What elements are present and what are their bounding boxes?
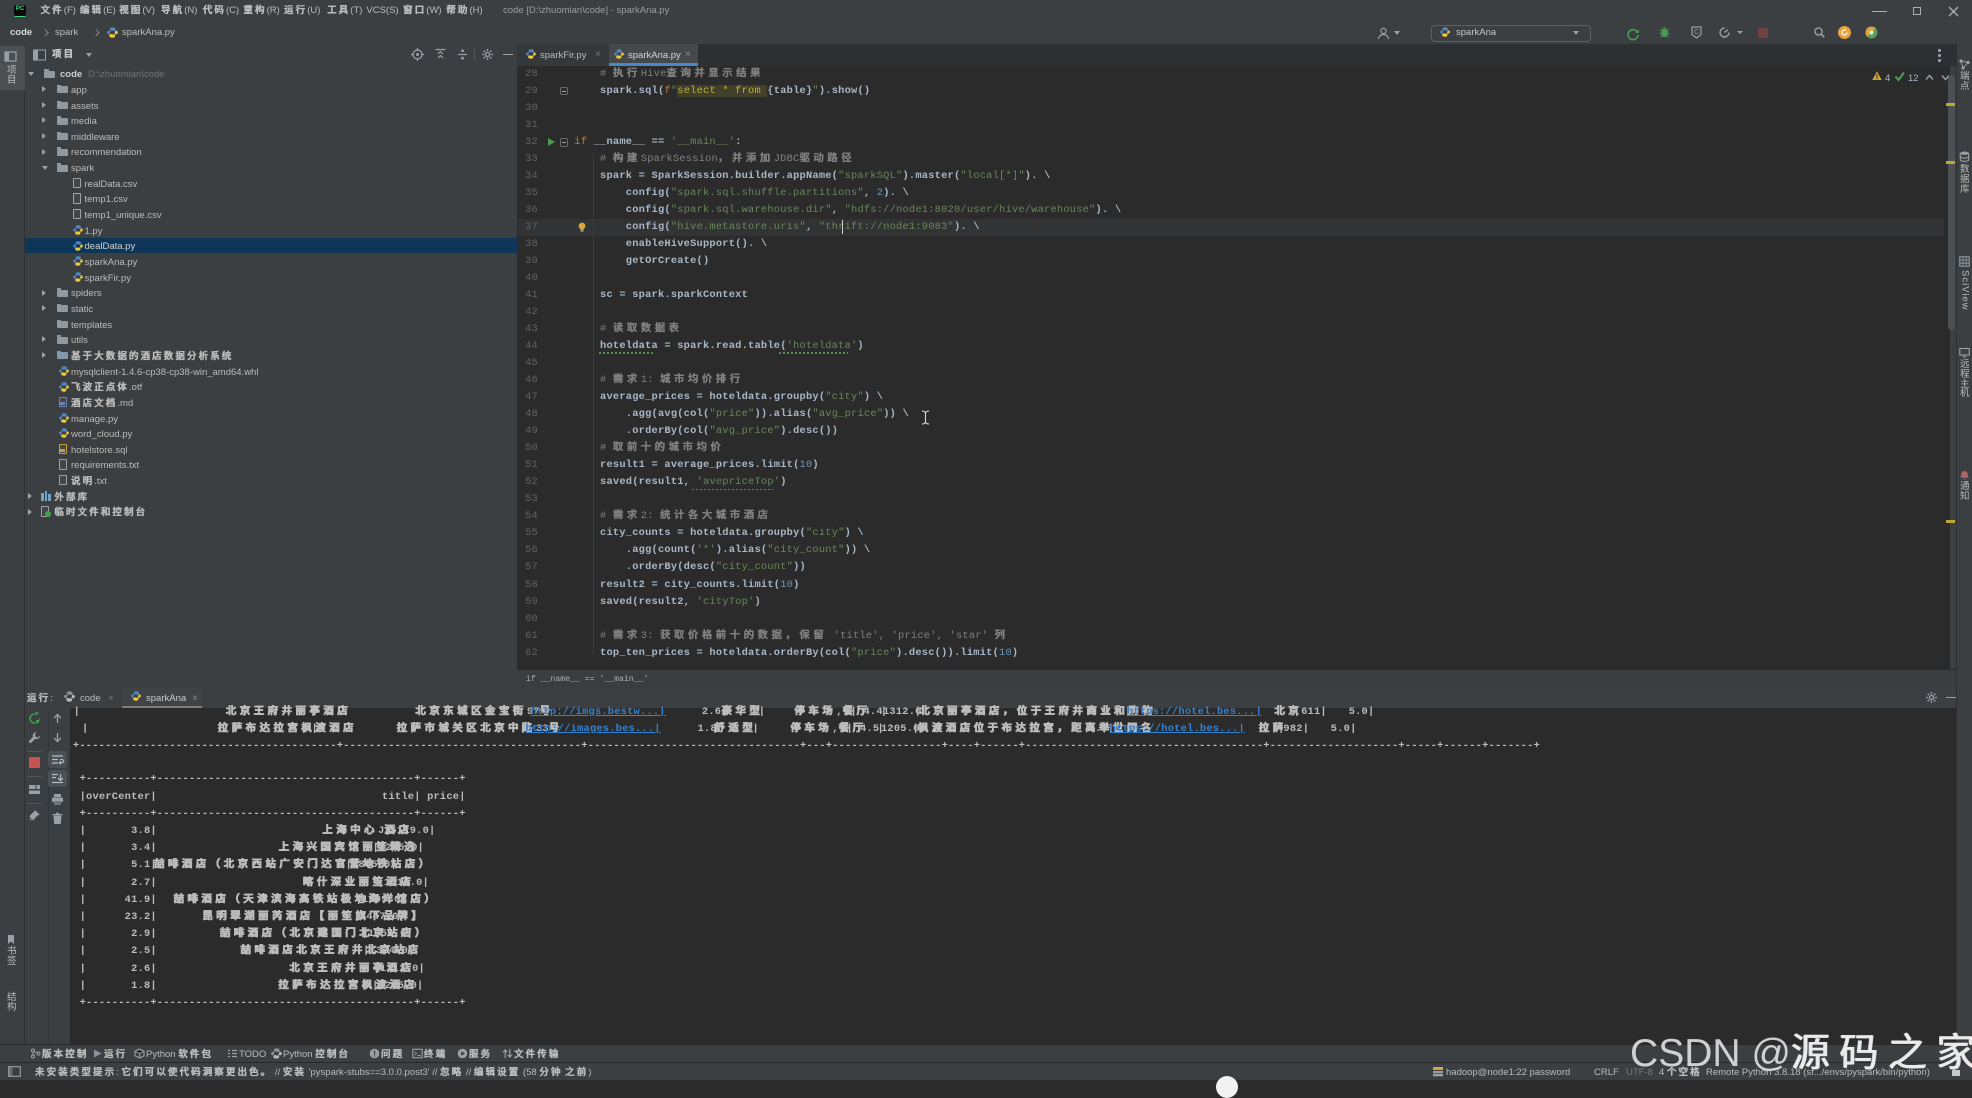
svg-text:C: C [1694, 29, 1699, 36]
